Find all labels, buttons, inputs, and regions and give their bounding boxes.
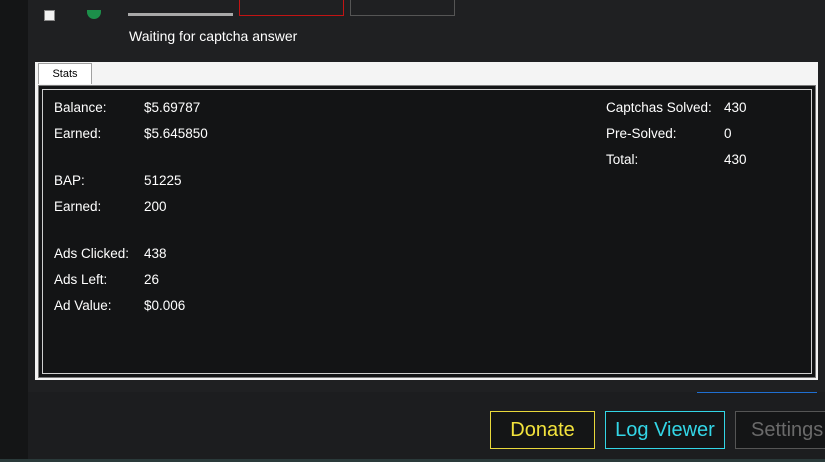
bap-earned-value: 200	[144, 199, 167, 214]
ad-value-value: $0.006	[144, 298, 186, 313]
bap-value: 51225	[144, 173, 182, 188]
settings-button[interactable]: Settings	[735, 411, 825, 449]
captchas-solved-label: Captchas Solved:	[606, 100, 712, 115]
status-text: Waiting for captcha answer	[129, 28, 298, 44]
ad-value-label: Ad Value:	[54, 298, 112, 313]
ads-left-label: Ads Left:	[54, 272, 108, 287]
ads-left-value: 26	[144, 272, 160, 287]
bap-label: BAP:	[54, 173, 85, 188]
total-value: 430	[724, 152, 747, 167]
earned-label: Earned:	[54, 126, 102, 141]
total-label: Total:	[606, 152, 639, 167]
pre-solved-value: 0	[724, 126, 732, 141]
bap-earned-label: Earned:	[54, 199, 102, 214]
enable-checkbox[interactable]	[44, 10, 55, 21]
ads-clicked-value: 438	[144, 246, 167, 261]
balance-value: $5.69787	[144, 100, 201, 115]
pre-solved-label: Pre-Solved:	[606, 126, 677, 141]
ads-clicked-label: Ads Clicked:	[54, 246, 130, 261]
balance-label: Balance:	[54, 100, 107, 115]
toolbar-button-3[interactable]	[350, 0, 455, 16]
tab-stats[interactable]: Stats	[38, 63, 92, 84]
stats-panel: Balance: $5.69787 Earned: $5.645850 BAP:…	[38, 85, 816, 378]
toolbar-button-2[interactable]	[239, 0, 344, 16]
donate-button[interactable]: Donate	[490, 411, 595, 449]
toolbar-button-1[interactable]	[128, 0, 233, 16]
left-strip	[0, 0, 28, 462]
earned-value: $5.645850	[144, 126, 208, 141]
captchas-solved-value: 430	[724, 100, 747, 115]
log-viewer-button[interactable]: Log Viewer	[605, 411, 725, 449]
divider-line	[697, 392, 817, 393]
